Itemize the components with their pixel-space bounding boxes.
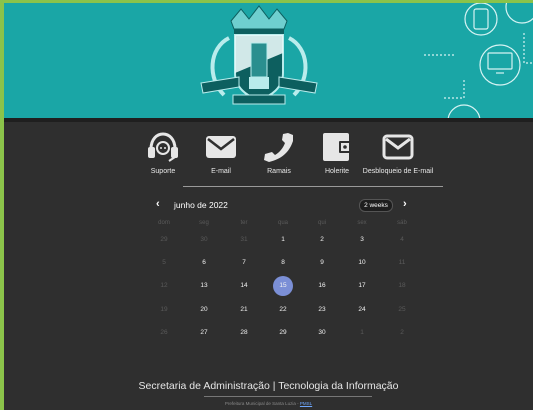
calendar-day[interactable]: 14: [229, 282, 259, 289]
headset-icon: [148, 132, 178, 162]
nav-label-email: E-mail: [211, 168, 231, 175]
calendar-day[interactable]: 25: [387, 306, 417, 313]
calendar-month-title: junho de 2022: [174, 200, 228, 210]
weekday-header: qui: [317, 220, 326, 226]
calendar-day[interactable]: 1: [268, 236, 298, 243]
technology-decoration: [424, 3, 533, 118]
calendar-day[interactable]: 6: [189, 259, 219, 266]
banner-divider: [4, 118, 533, 122]
calendar-day[interactable]: 11: [387, 259, 417, 266]
calendar-day[interactable]: 10: [347, 259, 377, 266]
calendar-day[interactable]: 30: [307, 329, 337, 336]
calendar-day[interactable]: 13: [189, 282, 219, 289]
nav-label-suporte: Suporte: [150, 168, 176, 175]
calendar-day[interactable]: 19: [149, 306, 179, 313]
calendar-day[interactable]: 17: [347, 282, 377, 289]
calendar-day[interactable]: 1: [347, 329, 377, 336]
calendar-day[interactable]: 24: [347, 306, 377, 313]
footer-pmsl-link[interactable]: PMSL: [300, 401, 312, 406]
calendar-day[interactable]: 12: [149, 282, 179, 289]
footer-title: Secretaria de Administração | Tecnologia…: [138, 380, 399, 392]
phone-icon: [264, 133, 293, 162]
weekday-header: sex: [357, 220, 367, 226]
calendar-day[interactable]: 21: [229, 306, 259, 313]
nav-item-email[interactable]: E-mail: [199, 131, 243, 187]
calendar: ‹ junho de 2022 2 weeks › dom seg ter qua qu…: [4, 198, 533, 358]
weekday-header: ter: [240, 220, 248, 226]
calendar-day[interactable]: 26: [149, 329, 179, 336]
nav-label-desbloqueio-email: Desbloqueio de E-mail: [362, 168, 434, 175]
calendar-day[interactable]: 31: [229, 236, 259, 243]
mail-outline-icon: [382, 134, 414, 160]
nav-divider: [183, 186, 443, 187]
weekday-header: dom: [158, 220, 170, 226]
nav-item-ramais[interactable]: Ramais: [257, 131, 301, 187]
footer-subtitle-text: Prefeitura Municipal de Santa Luzia -: [224, 401, 300, 406]
calendar-day[interactable]: 3: [347, 236, 377, 243]
calendar-day[interactable]: 28: [229, 329, 259, 336]
previous-month-icon[interactable]: ‹: [156, 198, 160, 210]
calendar-day[interactable]: 8: [268, 259, 298, 266]
calendar-day[interactable]: 5: [149, 259, 179, 266]
footer-divider: [204, 396, 372, 397]
weekday-header: sáb: [397, 220, 407, 226]
nav-label-holerite: Holerite: [324, 168, 350, 175]
calendar-day[interactable]: 29: [149, 236, 179, 243]
nav-item-suporte[interactable]: Suporte: [141, 131, 185, 187]
weekday-header: qua: [277, 220, 288, 226]
calendar-day[interactable]: 29: [268, 329, 298, 336]
calendar-day[interactable]: 23: [307, 306, 337, 313]
footer-subtitle: Prefeitura Municipal de Santa Luzia - PM…: [4, 401, 533, 406]
nav-item-desbloqueio-email[interactable]: Desbloqueio de E-mail: [350, 131, 446, 187]
nav-label-ramais: Ramais: [267, 168, 291, 175]
calendar-day[interactable]: 2: [307, 236, 337, 243]
calendar-day[interactable]: 30: [189, 236, 219, 243]
city-crest-logo: [200, 5, 318, 105]
calendar-day[interactable]: 9: [307, 259, 337, 266]
header-banner: [4, 3, 533, 118]
page-frame: Suporte E-mail Ramais Holerite Desbloque…: [4, 3, 533, 410]
mail-icon: [206, 136, 236, 158]
calendar-day[interactable]: 18: [387, 282, 417, 289]
calendar-day[interactable]: 16: [307, 282, 337, 289]
calendar-day[interactable]: 15: [268, 282, 298, 289]
calendar-day[interactable]: 27: [189, 329, 219, 336]
period-selector[interactable]: 2 weeks: [359, 199, 393, 212]
calendar-day[interactable]: 20: [189, 306, 219, 313]
next-month-icon[interactable]: ›: [403, 198, 407, 210]
calendar-day[interactable]: 2: [387, 329, 417, 336]
main-navigation: Suporte E-mail Ramais Holerite Desbloque…: [4, 131, 533, 191]
calendar-day[interactable]: 7: [229, 259, 259, 266]
calendar-day[interactable]: 22: [268, 306, 298, 313]
calendar-day[interactable]: 4: [387, 236, 417, 243]
weekday-header: seg: [199, 220, 209, 226]
